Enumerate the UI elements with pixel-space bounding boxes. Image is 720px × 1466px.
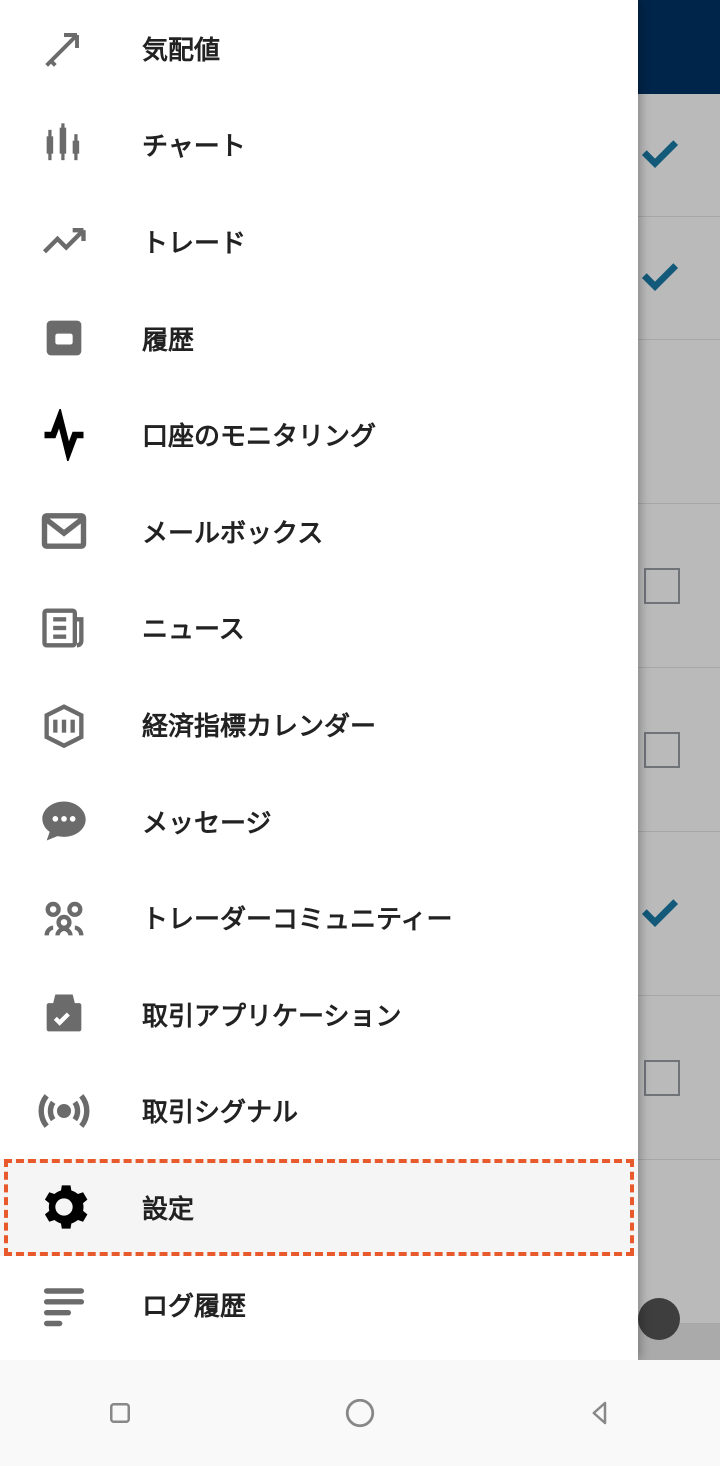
settings-icon [36, 1179, 92, 1235]
nav-label: 気配値 [142, 30, 220, 67]
nav-label: ニュース [142, 609, 245, 646]
highlight-box [4, 1159, 634, 1256]
nav-label: 経済指標カレンダー [142, 706, 376, 743]
nav-label: 履歴 [142, 320, 194, 357]
nav-label: メールボックス [142, 513, 323, 550]
nav-item-community[interactable]: トレーダーコミュニティー [0, 869, 638, 966]
quotes-icon [36, 20, 92, 76]
nav-item-signals[interactable]: 取引シグナル [0, 1063, 638, 1160]
nav-item-chart[interactable]: チャート [0, 97, 638, 194]
nav-label: ログ履歴 [142, 1286, 246, 1323]
history-icon [36, 310, 92, 366]
apps-icon [36, 986, 92, 1042]
back-button[interactable] [579, 1392, 621, 1434]
nav-label: チャート [142, 126, 246, 163]
app-root: 気配値 チャート トレード 履歴 口座のモニタリング [0, 0, 720, 1466]
system-navbar [0, 1360, 720, 1466]
mailbox-icon [36, 503, 92, 559]
nav-item-settings[interactable]: 設定 [0, 1159, 638, 1256]
nav-item-trade[interactable]: トレード [0, 193, 638, 290]
messages-icon [36, 793, 92, 849]
nav-item-monitoring[interactable]: 口座のモニタリング [0, 386, 638, 483]
recent-apps-button[interactable] [99, 1392, 141, 1434]
nav-item-apps[interactable]: 取引アプリケーション [0, 966, 638, 1063]
signals-icon [36, 1083, 92, 1139]
nav-label: トレーダーコミュニティー [142, 899, 452, 936]
nav-item-mailbox[interactable]: メールボックス [0, 483, 638, 580]
nav-item-quotes[interactable]: 気配値 [0, 0, 638, 97]
navigation-drawer: 気配値 チャート トレード 履歴 口座のモニタリング [0, 0, 638, 1360]
log-icon [36, 1276, 92, 1332]
nav-label: 取引アプリケーション [142, 996, 401, 1033]
calendar-icon [36, 696, 92, 752]
nav-item-history[interactable]: 履歴 [0, 290, 638, 387]
nav-item-messages[interactable]: メッセージ [0, 773, 638, 870]
monitoring-icon [36, 407, 92, 463]
news-icon [36, 600, 92, 656]
nav-label: 口座のモニタリング [142, 416, 376, 453]
nav-label: トレード [142, 223, 246, 260]
trade-icon [36, 213, 92, 269]
nav-label: 取引シグナル [142, 1092, 298, 1129]
community-icon [36, 890, 92, 946]
home-button[interactable] [339, 1392, 381, 1434]
nav-label: 設定 [142, 1189, 194, 1226]
nav-item-news[interactable]: ニュース [0, 580, 638, 677]
nav-item-calendar[interactable]: 経済指標カレンダー [0, 676, 638, 773]
chart-icon [36, 117, 92, 173]
nav-label: メッセージ [142, 803, 271, 840]
nav-item-log[interactable]: ログ履歴 [0, 1256, 638, 1353]
